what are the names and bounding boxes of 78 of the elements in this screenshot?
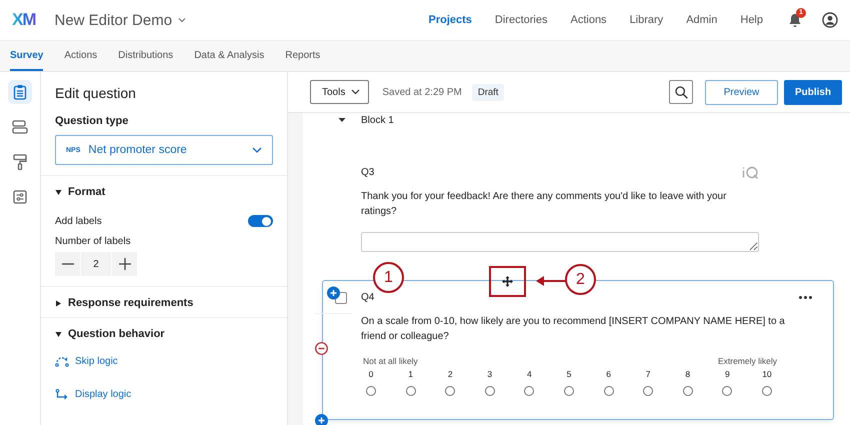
section-title[interactable]: Format: [68, 186, 106, 198]
scale-number: 4: [527, 369, 532, 379]
preview-button[interactable]: Preview: [705, 80, 778, 104]
radio-button[interactable]: [564, 386, 574, 396]
section-title[interactable]: Response requirements: [68, 297, 194, 309]
radio-button[interactable]: [762, 386, 772, 396]
scale-number: 5: [566, 369, 572, 379]
radio-button[interactable]: [406, 386, 416, 396]
caret-icon[interactable]: [351, 89, 360, 95]
tab[interactable]: Survey: [10, 41, 44, 71]
bell-icon[interactable]: [788, 12, 802, 28]
plus-icon[interactable]: [118, 258, 130, 270]
radio-button[interactable]: [366, 386, 376, 396]
nav-link[interactable]: Directories: [494, 14, 548, 26]
tab[interactable]: Actions: [64, 41, 98, 71]
move-icon[interactable]: [502, 276, 513, 287]
option-label: Add labels: [55, 216, 102, 226]
search-icon[interactable]: [674, 86, 688, 98]
scale-label: Not at all likely: [363, 356, 418, 366]
tab[interactable]: Reports: [285, 41, 320, 71]
radio-button[interactable]: [722, 386, 732, 396]
scale-number: 10: [762, 369, 772, 379]
question-text: Thank you for your feedback! Are there any comments you'd like to leave with your ratings?: [361, 190, 728, 219]
question-number: Q4: [361, 292, 374, 302]
scale-number: 6: [606, 369, 611, 379]
scale-number: 7: [646, 369, 651, 379]
clipboard-icon[interactable]: [8, 80, 32, 104]
scale-number: 0: [368, 369, 374, 379]
add-icon[interactable]: [315, 414, 328, 425]
publish-button[interactable]: Publish: [784, 80, 842, 104]
disclosure-icon[interactable]: [55, 330, 62, 338]
display-logic-icon[interactable]: [55, 389, 69, 400]
tab[interactable]: Data & Analysis: [194, 41, 264, 71]
question-number: Q3: [361, 166, 374, 178]
radio-button[interactable]: [682, 386, 693, 396]
section-title[interactable]: Question behavior: [68, 328, 165, 340]
radio-button[interactable]: [643, 386, 654, 396]
status-tag: Draft: [472, 84, 504, 100]
user-icon[interactable]: [822, 12, 838, 28]
scale-number: 1: [408, 369, 413, 379]
logic-link[interactable]: Skip logic: [75, 356, 118, 367]
save-status: Saved at 2:29 PM: [382, 86, 462, 98]
tab[interactable]: Distributions: [118, 41, 174, 71]
remove-icon[interactable]: [315, 342, 328, 355]
toggle-switch[interactable]: [248, 215, 273, 227]
radio-button[interactable]: [524, 386, 534, 396]
scale-number: 3: [487, 369, 492, 379]
disclosure-icon[interactable]: [55, 188, 62, 196]
scale-number: 8: [685, 369, 690, 379]
disclosure-icon[interactable]: [338, 117, 346, 123]
more-icon[interactable]: [799, 296, 812, 298]
nav-link[interactable]: Actions: [570, 14, 607, 26]
block-title[interactable]: Block 1: [361, 114, 394, 126]
callout-number: 2: [565, 264, 596, 295]
tools-dropdown[interactable]: Tools: [310, 80, 370, 104]
project-title[interactable]: New Editor Demo: [54, 12, 172, 28]
nav-link[interactable]: Projects: [428, 14, 472, 26]
question-text: On a scale from 0-10, how likely are you to recommend [INSERT COMPANY NAME HERE] to a friend or colleague?: [361, 315, 786, 344]
plus-button[interactable]: [112, 252, 137, 276]
field-label: Question type: [55, 115, 130, 127]
scale-number: 9: [724, 369, 730, 379]
panel-title: Edit question: [55, 85, 137, 101]
scale-label: Extremely likely: [718, 356, 777, 366]
radio-button[interactable]: [445, 386, 456, 396]
callout-number: 1: [373, 262, 404, 293]
skip-logic-icon[interactable]: [55, 356, 69, 367]
nav-link[interactable]: Help: [740, 14, 763, 26]
search-button[interactable]: [669, 80, 693, 104]
scale-number: 2: [448, 369, 453, 379]
radio-button[interactable]: [484, 386, 495, 396]
number-field[interactable]: 2: [81, 252, 111, 276]
option-label: Number of labels: [55, 236, 132, 247]
nav-link[interactable]: Library: [630, 14, 664, 26]
logic-link[interactable]: Display logic: [75, 389, 132, 400]
radio-button[interactable]: [604, 386, 614, 396]
disclosure-icon[interactable]: [55, 300, 62, 306]
arrow: [536, 275, 566, 287]
nav-link[interactable]: Admin: [686, 14, 718, 26]
